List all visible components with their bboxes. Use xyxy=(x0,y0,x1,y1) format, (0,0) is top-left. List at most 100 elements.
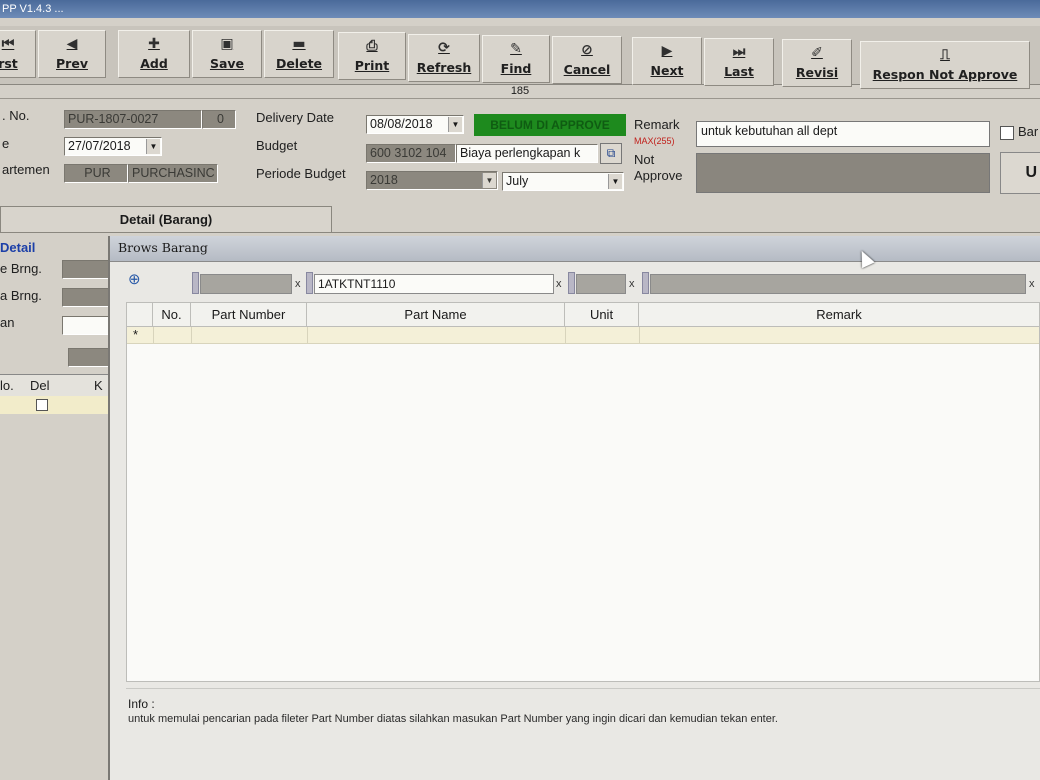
remark-field[interactable]: untuk kebutuhan all dept xyxy=(696,121,990,147)
no-field[interactable]: PUR-1807-0027 xyxy=(64,110,202,129)
kode-barang-label: e Brng. xyxy=(0,261,42,276)
delivery-date-label: Delivery Date xyxy=(256,110,335,125)
revisi-icon: ✐ xyxy=(811,45,823,61)
delivery-date-value: 08/08/2018 xyxy=(370,117,433,131)
periode-budget-label: Periode Budget xyxy=(256,166,346,181)
date-dropdown-icon[interactable]: ▼ xyxy=(146,139,160,154)
save-button[interactable]: ▣ Save xyxy=(192,30,262,78)
filter-handle-part-number[interactable] xyxy=(192,272,199,294)
filter-unit-clear-icon[interactable]: x xyxy=(629,274,635,294)
left-extra-field[interactable] xyxy=(68,348,110,367)
detail-left-panel: Detail e Brng. a Brng. an lo. Del K xyxy=(0,232,110,780)
satuan-field[interactable] xyxy=(62,316,110,335)
first-button[interactable]: ⏮ rst xyxy=(0,30,36,78)
filter-handle-part-name[interactable] xyxy=(306,272,313,294)
cancel-button[interactable]: ⊘ Cancel xyxy=(552,36,622,84)
next-icon: ▶ xyxy=(661,43,673,59)
find-button[interactable]: ✎ Find xyxy=(482,35,550,83)
periode-year-value: 2018 xyxy=(370,173,398,187)
filter-remark-input[interactable] xyxy=(650,274,1026,294)
filter-part-number-input[interactable] xyxy=(200,274,292,294)
find-icon: ✎ xyxy=(510,41,522,57)
filter-part-name-clear-icon[interactable]: x xyxy=(556,274,562,294)
cancel-icon: ⊘ xyxy=(581,42,593,58)
budget-name-field[interactable]: Biaya perlengkapan k xyxy=(456,144,598,163)
col-header-no[interactable]: No. xyxy=(153,303,191,327)
budget-lookup-icon[interactable]: ⧉ xyxy=(600,143,622,164)
periode-month-value: July xyxy=(506,174,529,188)
kode-barang-field[interactable] xyxy=(62,260,110,279)
filter-part-number-clear-icon[interactable]: x xyxy=(295,274,301,294)
tab-detail-barang[interactable]: Detail (Barang) xyxy=(0,206,332,232)
delivery-date-field[interactable]: 08/08/2018 ▼ xyxy=(366,115,464,134)
prev-button[interactable]: ◀ Prev xyxy=(38,30,106,78)
periode-year-dropdown-icon[interactable]: ▼ xyxy=(482,173,496,188)
new-row[interactable]: * xyxy=(127,327,1039,344)
print-button[interactable]: ⎙ Print xyxy=(338,32,406,80)
filter-part-name-input[interactable]: 1ATKTNT1110 xyxy=(314,274,554,294)
dept-name-field[interactable]: PURCHASINC xyxy=(128,164,218,183)
date-label: e xyxy=(2,136,10,151)
date-field[interactable]: 27/07/2018 ▼ xyxy=(64,137,162,156)
add-button[interactable]: ✚ Add xyxy=(118,30,190,78)
satuan-label: an xyxy=(0,315,15,330)
dept-label: artemen xyxy=(2,162,50,177)
left-col-no: lo. xyxy=(0,378,14,393)
respon-not-approve-button[interactable]: ⎍ Respon Not Approve xyxy=(860,41,1030,89)
respon-icon: ⎍ xyxy=(940,47,950,63)
last-button[interactable]: ⏭ Last xyxy=(704,38,774,86)
bar-checkbox[interactable] xyxy=(1000,126,1014,140)
first-icon: ⏮ xyxy=(1,36,15,52)
window-title: PP V1.4.3 ... xyxy=(0,0,1040,18)
revisi-button[interactable]: ✐ Revisi xyxy=(782,39,852,87)
record-counter-value: 185 xyxy=(510,85,530,97)
date-value: 27/07/2018 xyxy=(68,139,131,153)
next-button[interactable]: ▶ Next xyxy=(632,37,702,85)
refresh-icon: ⟳ xyxy=(438,40,450,56)
print-icon: ⎙ xyxy=(366,38,378,54)
col-header-part-name[interactable]: Part Name xyxy=(307,303,565,327)
new-row-marker: * xyxy=(133,327,139,342)
info-title: Info : xyxy=(128,697,155,711)
u-button[interactable]: U xyxy=(1000,152,1040,194)
add-icon: ✚ xyxy=(148,36,160,52)
delete-icon: ▬ xyxy=(292,36,306,52)
periode-month-dropdown-icon[interactable]: ▼ xyxy=(608,174,622,189)
left-grid-row xyxy=(0,396,110,414)
del-checkbox[interactable] xyxy=(36,399,48,411)
info-text: untuk memulai pencarian pada fileter Par… xyxy=(128,713,778,725)
record-counter: 185 xyxy=(0,84,1040,99)
col-header-part-number[interactable]: Part Number xyxy=(191,303,307,327)
left-col-k: K xyxy=(94,378,103,393)
delivery-date-dropdown-icon[interactable]: ▼ xyxy=(448,117,462,132)
not-approve-field[interactable] xyxy=(696,153,990,193)
search-zoom-icon[interactable]: ⊕ xyxy=(128,270,150,290)
left-col-del: Del xyxy=(30,378,50,393)
brows-barang-dialog: Brows Barang ⊕ x 1ATKTNT1110 x x x No. P… xyxy=(108,236,1040,780)
delete-button[interactable]: ▬ Delete xyxy=(264,30,334,78)
periode-year-field[interactable]: 2018 ▼ xyxy=(366,171,498,190)
prev-icon: ◀ xyxy=(66,36,78,52)
col-header-remark[interactable]: Remark xyxy=(639,303,1039,327)
row-selector-header xyxy=(127,303,153,327)
filter-handle-unit[interactable] xyxy=(568,272,575,294)
info-panel: Info : untuk memulai pencarian pada file… xyxy=(126,688,1040,739)
not-approve-label: Not Approve xyxy=(634,152,683,183)
approval-status-badge: BELUM DI APPROVE xyxy=(474,114,626,136)
refresh-button[interactable]: ⟳ Refresh xyxy=(408,34,480,82)
periode-month-field[interactable]: July ▼ xyxy=(502,172,624,191)
budget-label: Budget xyxy=(256,138,298,153)
save-icon: ▣ xyxy=(220,36,234,52)
remark-label: Remark xyxy=(634,117,680,132)
col-header-unit[interactable]: Unit xyxy=(565,303,639,327)
no-rev-field[interactable]: 0 xyxy=(202,110,236,129)
filter-handle-remark[interactable] xyxy=(642,272,649,294)
nama-barang-field[interactable] xyxy=(62,288,110,307)
filter-bar: ⊕ x 1ATKTNT1110 x x x xyxy=(110,268,1040,304)
filter-remark-clear-icon[interactable]: x xyxy=(1029,274,1035,294)
filter-unit-input[interactable] xyxy=(576,274,626,294)
remark-max-label: MAX(255) xyxy=(634,136,675,146)
dept-code-field[interactable]: PUR xyxy=(64,164,128,183)
budget-code-field[interactable]: 600 3102 104 xyxy=(366,144,456,163)
nama-barang-label: a Brng. xyxy=(0,288,42,303)
